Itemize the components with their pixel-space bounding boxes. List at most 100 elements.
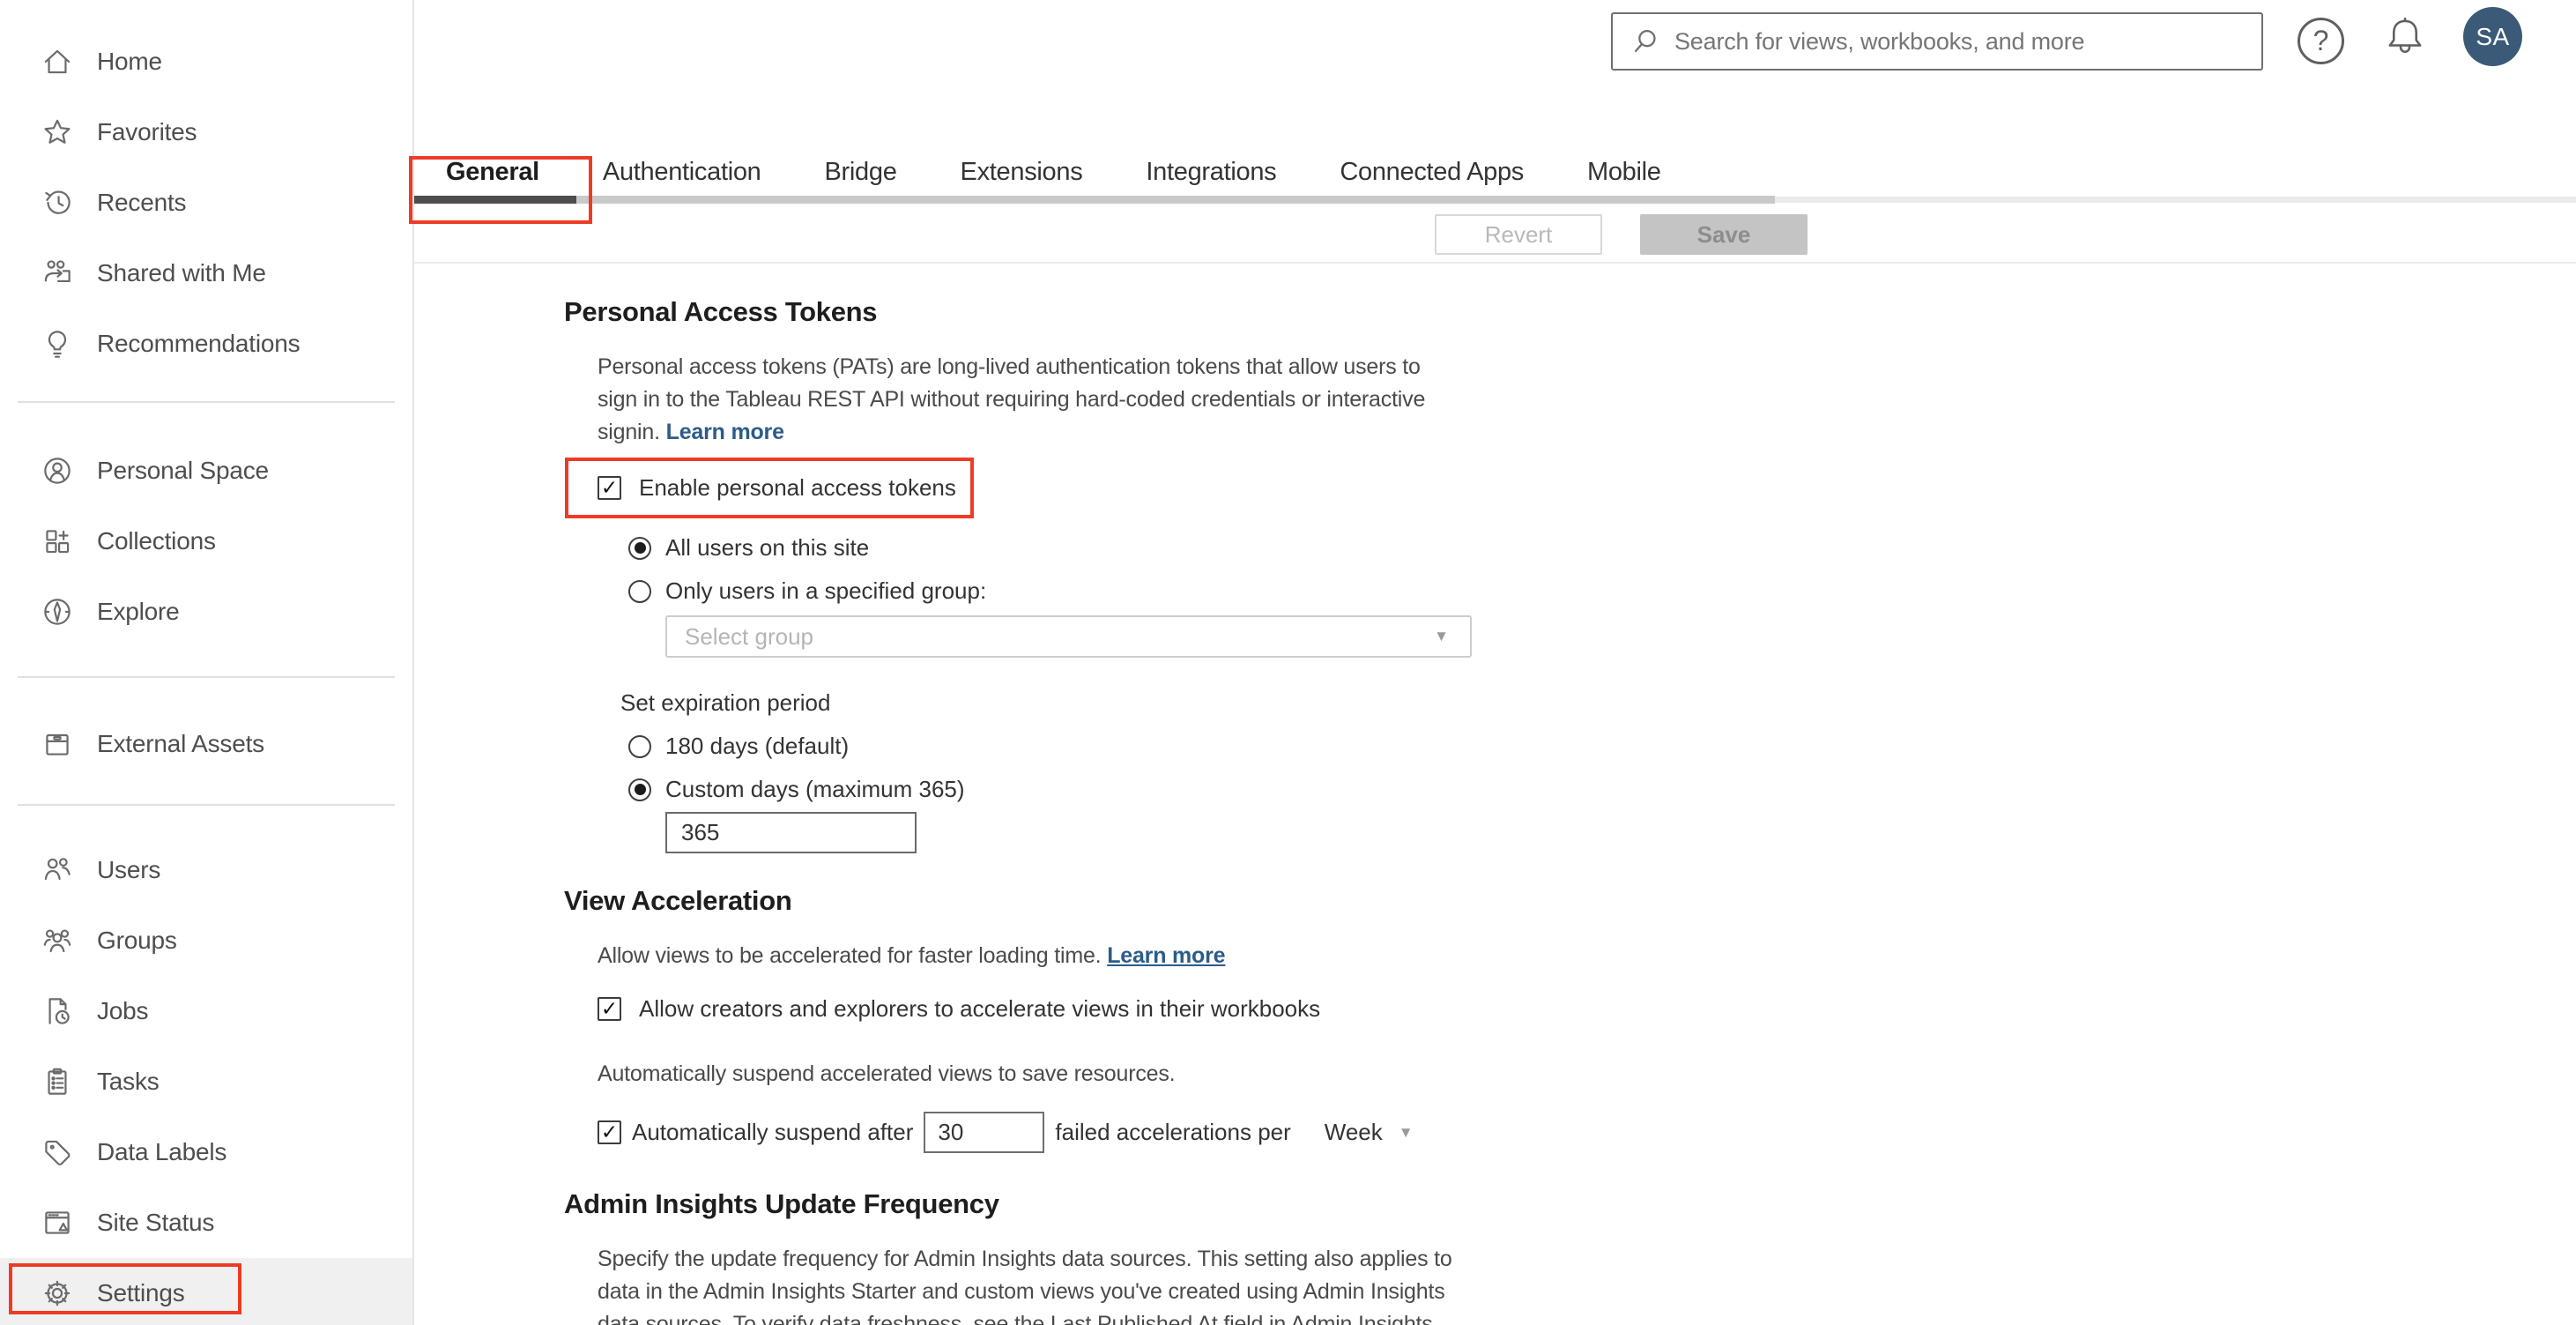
all-users-label: All users on this site	[665, 534, 870, 561]
sidebar-item-explore[interactable]: Explore	[0, 577, 412, 647]
settings-tabs: General Authentication Bridge Extensions…	[414, 148, 1693, 196]
chevron-down-icon: ▼	[1398, 1123, 1414, 1141]
notifications-button[interactable]	[2379, 13, 2431, 68]
sidebar-item-label: Explore	[97, 598, 180, 625]
auto-suspend-suffix-label: failed accelerations per	[1055, 1119, 1291, 1145]
sidebar-item-label: Data Labels	[97, 1138, 227, 1165]
help-button[interactable]: ?	[2298, 18, 2344, 64]
sidebar-item-label: Site Status	[97, 1209, 215, 1236]
sidebar-item-home[interactable]: Home	[0, 26, 412, 97]
checkmark-icon: ✓	[600, 476, 619, 499]
chevron-down-icon: ▼	[1434, 628, 1449, 644]
custom-days-radio[interactable]	[628, 778, 651, 801]
history-icon	[45, 190, 71, 214]
tab-general[interactable]: General	[414, 148, 571, 196]
avatar[interactable]: SA	[2463, 7, 2522, 66]
auto-suspend-checkbox[interactable]: ✓	[598, 1120, 621, 1144]
checkmark-icon: ✓	[600, 1120, 619, 1143]
active-tab-indicator	[414, 196, 576, 204]
tab-authentication[interactable]: Authentication	[571, 148, 793, 196]
tab-mobile[interactable]: Mobile	[1555, 148, 1693, 196]
admin-insights-title: Admin Insights Update Frequency	[564, 1188, 999, 1219]
sidebar-item-favorites[interactable]: Favorites	[0, 97, 412, 167]
specified-group-radio[interactable]	[628, 579, 651, 603]
bell-icon	[2388, 17, 2422, 53]
view-acceleration-description: Allow views to be accelerated for faster…	[598, 940, 1886, 972]
sidebar-item-label: Groups	[97, 927, 177, 954]
save-button[interactable]: Save	[1640, 214, 1808, 255]
settings-page: Home Favorites Recents Shared with Me Re…	[0, 0, 2576, 1325]
pat-learn-more-link[interactable]: Learn more	[666, 420, 784, 444]
expiration-period-label: Set expiration period	[620, 689, 831, 716]
checkmark-icon: ✓	[600, 997, 619, 1020]
suspend-period-dropdown[interactable]: Week ▼	[1325, 1119, 1414, 1146]
sidebar-item-label: Recents	[97, 189, 187, 216]
tab-scrollbar-thumb[interactable]	[576, 196, 1775, 204]
tag-icon	[45, 1140, 71, 1165]
all-users-radio-row: All users on this site	[628, 534, 1886, 562]
sidebar: Home Favorites Recents Shared with Me Re…	[0, 0, 414, 1325]
tab-integrations[interactable]: Integrations	[1114, 148, 1308, 196]
sidebar-item-label: External Assets	[97, 730, 264, 757]
pat-description: Personal access tokens (PATs) are long-l…	[598, 351, 1435, 449]
select-group-placeholder: Select group	[685, 622, 813, 650]
allow-acceleration-checkbox[interactable]: ✓	[598, 997, 621, 1021]
enable-personal-access-tokens-checkbox[interactable]: ✓	[598, 476, 621, 500]
default-days-radio[interactable]	[628, 734, 651, 758]
sidebar-item-groups[interactable]: Groups	[0, 905, 412, 976]
users-icon	[44, 858, 71, 881]
sidebar-item-label: Collections	[97, 527, 216, 555]
sidebar-item-site-status[interactable]: Site Status	[0, 1187, 412, 1258]
sidebar-item-label: Jobs	[97, 997, 149, 1024]
view-acceleration-title: View Acceleration	[564, 885, 792, 916]
sidebar-item-label: Shared with Me	[97, 259, 266, 287]
person-circle-icon	[44, 458, 71, 484]
toolbar-divider	[414, 262, 2576, 264]
sidebar-item-settings[interactable]: Settings	[0, 1258, 412, 1325]
sidebar-item-label: Tasks	[97, 1068, 160, 1095]
sidebar-item-label: Favorites	[97, 118, 197, 145]
sidebar-item-external-assets[interactable]: External Assets	[0, 709, 412, 779]
search-input[interactable]	[1674, 27, 2246, 56]
settings-content: Personal Access Tokens Personal access t…	[564, 296, 1886, 1325]
all-users-radio[interactable]	[628, 536, 651, 560]
sidebar-item-recents[interactable]: Recents	[0, 167, 412, 238]
annotation-box-enable-pat: ✓ Enable personal access tokens	[565, 458, 974, 518]
tab-extensions[interactable]: Extensions	[929, 148, 1115, 196]
sidebar-item-tasks[interactable]: Tasks	[0, 1046, 412, 1117]
revert-button[interactable]: Revert	[1435, 214, 1602, 255]
search-icon	[1634, 29, 1656, 53]
sidebar-item-data-labels[interactable]: Data Labels	[0, 1117, 412, 1187]
sidebar-item-recommendations[interactable]: Recommendations	[0, 309, 412, 379]
compass-icon	[44, 599, 71, 625]
tab-bridge[interactable]: Bridge	[793, 148, 929, 196]
sidebar-item-label: Recommendations	[97, 330, 301, 357]
sidebar-divider	[18, 676, 395, 678]
va-description-text: Allow views to be accelerated for faster…	[598, 943, 1102, 968]
custom-days-input[interactable]	[665, 812, 917, 853]
enable-pat-row: ✓ Enable personal access tokens	[598, 474, 956, 502]
failed-accelerations-input[interactable]	[924, 1112, 1045, 1153]
pat-section-title: Personal Access Tokens	[564, 296, 878, 327]
suspend-period-value: Week	[1324, 1119, 1383, 1145]
sidebar-item-jobs[interactable]: Jobs	[0, 976, 412, 1046]
question-mark-icon: ?	[2312, 25, 2329, 56]
sidebar-item-personal-space[interactable]: Personal Space	[0, 435, 412, 506]
shared-icon	[44, 260, 71, 283]
specified-group-radio-row: Only users in a specified group:	[628, 577, 1886, 605]
collections-icon	[46, 530, 70, 554]
enable-pat-label: Enable personal access tokens	[639, 474, 956, 501]
tab-scrollbar-track	[1775, 197, 2576, 203]
sidebar-item-users[interactable]: Users	[0, 835, 412, 905]
gear-icon	[44, 1280, 71, 1306]
custom-days-radio-row: Custom days (maximum 365)	[628, 776, 1886, 803]
admin-insights-description: Specify the update frequency for Admin I…	[598, 1247, 1452, 1325]
suspend-description: Automatically suspend accelerated views …	[598, 1061, 1176, 1086]
sidebar-item-shared-with-me[interactable]: Shared with Me	[0, 238, 412, 309]
select-group-dropdown[interactable]: Select group ▼	[665, 615, 1472, 658]
archive-icon	[46, 733, 69, 756]
tab-connected-apps[interactable]: Connected Apps	[1308, 148, 1555, 196]
va-learn-more-link[interactable]: Learn more	[1107, 943, 1225, 968]
home-icon	[44, 49, 71, 74]
sidebar-item-collections[interactable]: Collections	[0, 506, 412, 577]
